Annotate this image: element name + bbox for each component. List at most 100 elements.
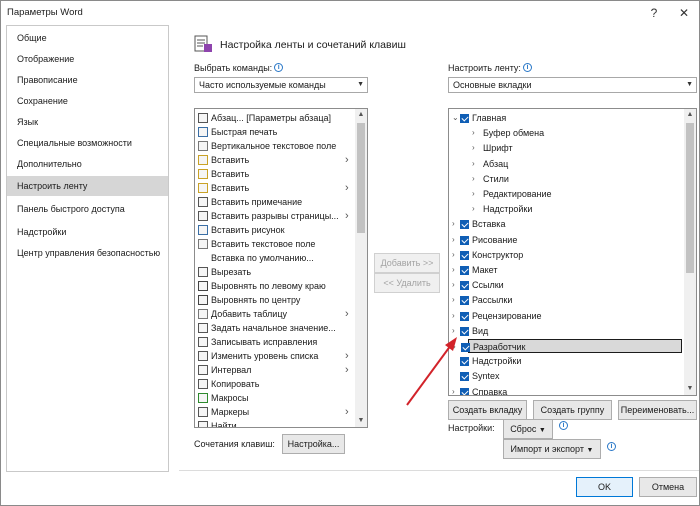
ribbon-tab-item[interactable]: › Рисование xyxy=(450,233,682,247)
command-item[interactable]: Вставить › xyxy=(195,181,353,195)
ribbon-tabs-tree[interactable]: ▲ ▼ ⌄ Главная › Буфер обмена › Шрифт › Абзац › Ст… xyxy=(448,108,697,396)
tabs-scrollbar[interactable]: ▲ ▼ xyxy=(684,109,696,395)
ribbon-tab-item[interactable]: Надстройки xyxy=(450,354,682,368)
ribbon-tab-item[interactable]: › Разработчик xyxy=(453,339,682,353)
ribbon-tab-item[interactable]: › Рецензирование xyxy=(450,309,682,323)
ribbon-tab-item[interactable]: › Абзац xyxy=(450,157,682,171)
chevron-right-icon[interactable]: › xyxy=(472,157,475,171)
ribbon-tab-item[interactable]: › Буфер обмена xyxy=(450,126,682,140)
checkbox[interactable] xyxy=(460,250,469,260)
chevron-right-icon[interactable]: › xyxy=(452,263,455,277)
ribbon-tab-item[interactable]: › Шрифт xyxy=(450,141,682,155)
ribbon-tab-item[interactable]: › Вид xyxy=(450,324,682,338)
import-export-button[interactable]: Импорт и экспорт ▼ xyxy=(503,439,601,459)
checkbox[interactable] xyxy=(460,372,469,382)
command-item[interactable]: Быстрая печать xyxy=(195,125,353,139)
ribbon-tab-item[interactable]: ⌄ Главная xyxy=(450,111,682,125)
command-item[interactable]: Абзац... [Параметры абзаца] xyxy=(195,111,353,125)
command-item[interactable]: Задать начальное значение... xyxy=(195,321,353,335)
checkbox[interactable] xyxy=(461,343,470,352)
checkbox[interactable] xyxy=(460,296,469,306)
remove-button[interactable]: << Удалить xyxy=(374,273,440,293)
ribbon-tab-item[interactable]: › Ссылки xyxy=(450,278,682,292)
add-button[interactable]: Добавить >> xyxy=(374,253,440,273)
sidebar-item[interactable]: Отображение xyxy=(7,49,168,69)
ribbon-tab-item[interactable]: › Вставка xyxy=(450,217,682,231)
close-button[interactable]: ✕ xyxy=(673,3,695,23)
scroll-thumb[interactable] xyxy=(357,123,365,233)
command-item[interactable]: Выровнять по левому краю xyxy=(195,279,353,293)
command-item[interactable]: Вставить текстовое поле xyxy=(195,237,353,251)
ribbon-tab-item[interactable]: › Надстройки xyxy=(450,202,682,216)
command-item[interactable]: Выровнять по центру xyxy=(195,293,353,307)
scroll-up-icon[interactable]: ▲ xyxy=(355,109,367,121)
ribbon-tab-item[interactable]: › Макет xyxy=(450,263,682,277)
ribbon-tab-item[interactable]: › Конструктор xyxy=(450,248,682,262)
sidebar-item[interactable]: Специальные возможности xyxy=(7,133,168,153)
customize-ribbon-dropdown[interactable]: Основные вкладки ▼ xyxy=(448,77,697,93)
command-item[interactable]: Вставить примечание xyxy=(195,195,353,209)
chevron-right-icon[interactable]: › xyxy=(472,126,475,140)
checkbox[interactable] xyxy=(460,357,469,367)
sidebar-item[interactable]: Надстройки xyxy=(7,222,168,242)
commands-list[interactable]: ▲ ▼ Абзац... [Параметры абзаца] Быстрая п… xyxy=(194,108,368,428)
command-item[interactable]: Вставить xyxy=(195,167,353,181)
reset-button[interactable]: Сброс ▼ xyxy=(503,419,553,439)
command-item[interactable]: Добавить таблицу › xyxy=(195,307,353,321)
sidebar-item[interactable]: Язык xyxy=(7,112,168,132)
checkbox[interactable] xyxy=(460,220,469,230)
checkbox[interactable] xyxy=(460,311,469,321)
command-item[interactable]: Изменить уровень списка › xyxy=(195,349,353,363)
chevron-right-icon[interactable]: › xyxy=(452,217,455,231)
command-item[interactable]: Макросы xyxy=(195,391,353,405)
chevron-right-icon[interactable]: › xyxy=(452,278,455,292)
rename-button[interactable]: Переименовать... xyxy=(618,400,697,420)
choose-commands-dropdown[interactable]: Часто используемые команды ▼ xyxy=(194,77,368,93)
checkbox[interactable] xyxy=(460,281,469,291)
checkbox[interactable] xyxy=(460,114,469,123)
command-item[interactable]: Вырезать xyxy=(195,265,353,279)
ribbon-tab-item[interactable]: › Справка xyxy=(450,385,682,395)
cancel-button[interactable]: Отмена xyxy=(639,477,697,497)
chevron-down-icon[interactable]: ⌄ xyxy=(452,111,459,125)
sidebar-item[interactable]: Дополнительно xyxy=(7,154,168,174)
command-item[interactable]: Копировать xyxy=(195,377,353,391)
command-item[interactable]: Найти xyxy=(195,419,353,427)
checkbox[interactable] xyxy=(460,326,469,336)
checkbox[interactable] xyxy=(460,387,469,395)
scroll-down-icon[interactable]: ▼ xyxy=(355,415,367,427)
sidebar-item[interactable]: Сохранение xyxy=(7,91,168,111)
command-item[interactable]: Записывать исправления xyxy=(195,335,353,349)
chevron-right-icon[interactable]: › xyxy=(452,309,455,323)
ribbon-tab-item[interactable]: › Стили xyxy=(450,172,682,186)
scroll-down-icon[interactable]: ▼ xyxy=(684,383,696,395)
command-item[interactable]: Маркеры › xyxy=(195,405,353,419)
ribbon-tab-item[interactable]: Syntex xyxy=(450,369,682,383)
chevron-right-icon[interactable]: › xyxy=(472,202,475,216)
new-group-button[interactable]: Создать группу xyxy=(533,400,612,420)
sidebar-item[interactable]: Правописание xyxy=(7,70,168,90)
scroll-thumb[interactable] xyxy=(686,123,694,273)
chevron-right-icon[interactable]: › xyxy=(472,187,475,201)
shortcuts-customize-button[interactable]: Настройка... xyxy=(282,434,345,454)
sidebar-item[interactable]: Панель быстрого доступа xyxy=(7,199,168,219)
chevron-right-icon[interactable]: › xyxy=(452,293,455,307)
chevron-right-icon[interactable]: › xyxy=(452,248,455,262)
command-item[interactable]: Вертикальное текстовое поле xyxy=(195,139,353,153)
scroll-up-icon[interactable]: ▲ xyxy=(684,109,696,121)
chevron-right-icon[interactable]: › xyxy=(452,233,455,247)
ok-button[interactable]: OK xyxy=(576,477,633,497)
command-item[interactable]: Вставить › xyxy=(195,153,353,167)
chevron-right-icon[interactable]: › xyxy=(472,141,475,155)
checkbox[interactable] xyxy=(460,235,469,245)
commands-scrollbar[interactable]: ▲ ▼ xyxy=(355,109,367,427)
sidebar-item[interactable]: Общие xyxy=(7,28,168,48)
sidebar-item[interactable]: Настроить ленту xyxy=(7,176,168,196)
chevron-right-icon[interactable]: › xyxy=(472,172,475,186)
sidebar-item[interactable]: Центр управления безопасностью xyxy=(7,243,168,263)
command-item[interactable]: Интервал › xyxy=(195,363,353,377)
help-button[interactable]: ? xyxy=(643,3,665,23)
ribbon-tab-item[interactable]: › Рассылки xyxy=(450,293,682,307)
checkbox[interactable] xyxy=(460,266,469,275)
command-item[interactable]: Вставка по умолчанию... xyxy=(195,251,353,265)
